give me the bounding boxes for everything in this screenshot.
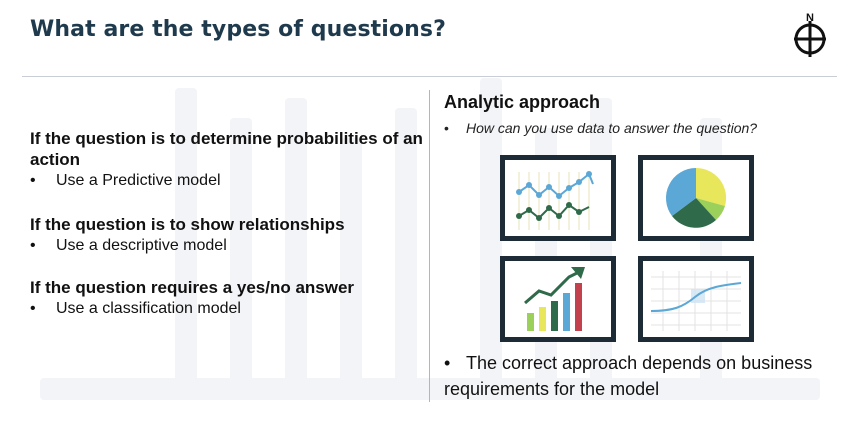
bullet-dot: • (444, 353, 451, 373)
bullet-dot: • (30, 300, 36, 317)
growth-bar-chart-card (500, 256, 616, 342)
bullet-dot: • (444, 120, 449, 136)
approach-note: • The correct approach depends on busines… (444, 350, 844, 402)
page-title: What are the types of questions? (30, 17, 446, 42)
title-divider (22, 76, 837, 77)
note-text: The correct approach depends on business… (444, 353, 813, 399)
model-text: Use a classification model (56, 300, 241, 317)
curve-graph-icon (650, 271, 742, 331)
bullet-dot: • (30, 172, 36, 189)
analytic-approach-heading: Analytic approach (444, 92, 601, 112)
pie-chart-card (638, 155, 754, 241)
question-types-list: If the question is to determine probabil… (30, 128, 425, 335)
subtitle-text: How can you use data to answer the quest… (466, 120, 758, 136)
question-group: If the question is to show relationships… (30, 214, 425, 257)
question-text: If the question is to determine probabil… (30, 129, 423, 169)
model-bullet: • Use a descriptive model (30, 235, 425, 257)
curve-graph-card (638, 256, 754, 342)
column-divider (429, 90, 430, 402)
question-group: If the question requires a yes/no answer… (30, 277, 425, 320)
bar-growth-chart-icon (524, 267, 585, 331)
line-chart-card (500, 155, 616, 241)
question-text: If the question requires a yes/no answer (30, 278, 355, 297)
model-text: Use a descriptive model (56, 237, 227, 254)
question-group: If the question is to determine probabil… (30, 128, 425, 192)
pie-chart-icon (666, 167, 727, 228)
model-bullet: • Use a Predictive model (30, 170, 425, 192)
question-text: If the question is to show relationships (30, 215, 345, 234)
model-bullet: • Use a classification model (30, 298, 425, 320)
compass-logo-icon: N (794, 12, 826, 57)
bullet-dot: • (30, 237, 36, 254)
analytic-approach-subtitle: • How can you use data to answer the ques… (444, 120, 757, 136)
model-text: Use a Predictive model (56, 172, 221, 189)
line-chart-icon (516, 171, 594, 230)
